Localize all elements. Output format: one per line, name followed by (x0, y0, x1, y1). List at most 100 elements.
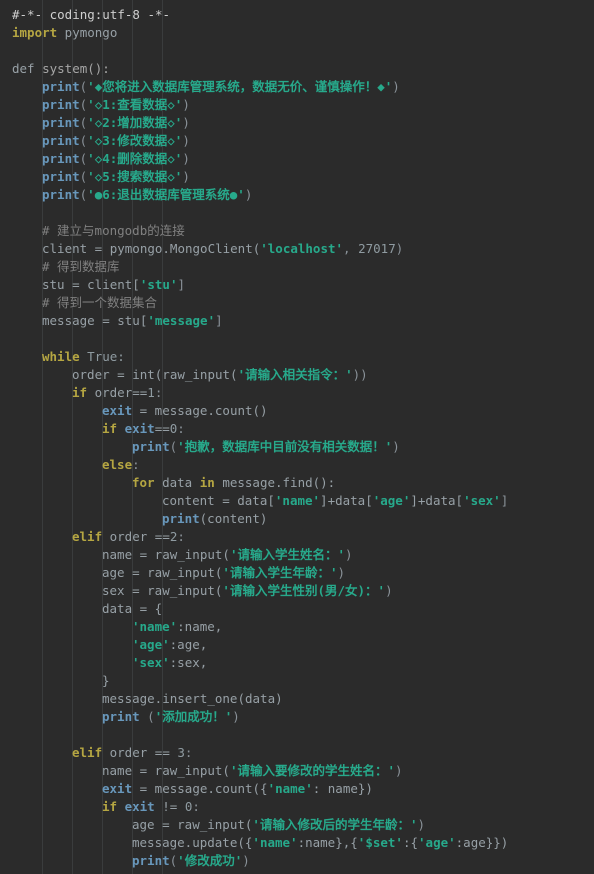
code-line[interactable]: if exit != 0: (0, 798, 594, 816)
code-line[interactable]: print('修改成功') (0, 852, 594, 870)
code-line[interactable]: print('抱歉，数据库中目前没有相关数据！') (0, 438, 594, 456)
code-line[interactable] (0, 42, 594, 60)
code-token: '请输入学生性别(男/女)： (222, 583, 378, 598)
code-line[interactable]: for data in message.find(): (0, 474, 594, 492)
code-token: order == (102, 745, 178, 760)
code-token: 'age' (372, 493, 411, 508)
code-token: : name}) (312, 781, 373, 796)
code-line[interactable]: print ('添加成功！') (0, 708, 594, 726)
code-line[interactable]: import pymongo (0, 24, 594, 42)
code-token: '◇4:删除数据◇' (87, 151, 183, 166)
code-token: 'message' (147, 313, 216, 328)
code-token: == (154, 421, 170, 436)
code-line[interactable]: sex = raw_input('请输入学生性别(男/女)：') (0, 582, 594, 600)
code-token: ) (242, 853, 250, 868)
code-token: ' (377, 583, 386, 598)
code-token: : (154, 385, 163, 400)
code-line[interactable]: age = raw_input('请输入学生年龄：') (0, 564, 594, 582)
code-line[interactable]: elif order ==2: (0, 528, 594, 546)
code-token: != (154, 799, 185, 814)
code-token: message.find(): (214, 475, 336, 490)
code-token: name = raw_input( (102, 763, 230, 778)
code-token: print (42, 97, 80, 112)
code-line[interactable]: print('◆您将进入数据库管理系统，数据无价、谨慎操作！◆') (0, 78, 594, 96)
code-token: content = data[ (162, 493, 275, 508)
code-token: :sex, (169, 655, 208, 670)
code-token: exit (117, 421, 155, 436)
code-line[interactable]: 'age':age, (0, 636, 594, 654)
code-token: :age}}) (455, 835, 509, 850)
code-token: # 得到一个数据集合 (42, 295, 158, 310)
code-token: :name},{ (297, 835, 358, 850)
code-line[interactable] (0, 330, 594, 348)
code-line[interactable]: elif order == 3: (0, 744, 594, 762)
code-line[interactable]: print('◇4:删除数据◇') (0, 150, 594, 168)
code-line[interactable]: print('◇5:搜索数据◇') (0, 168, 594, 186)
code-token: ) (337, 565, 346, 580)
code-line[interactable]: print(content) (0, 510, 594, 528)
code-line[interactable]: data = { (0, 600, 594, 618)
code-token: for (132, 475, 155, 490)
code-line[interactable]: client = pymongo.MongoClient('localhost'… (0, 240, 594, 258)
code-line[interactable]: #-*- coding:utf-8 -*- (0, 6, 594, 24)
code-token: data (154, 475, 200, 490)
code-line[interactable]: exit = message.count({'name': name}) (0, 780, 594, 798)
code-line[interactable]: print('◇1:查看数据◇') (0, 96, 594, 114)
code-line[interactable]: } (0, 672, 594, 690)
code-line[interactable]: def system(): (0, 60, 594, 78)
code-token: (content) (199, 511, 268, 526)
code-line[interactable]: print('◇3:修改数据◇') (0, 132, 594, 150)
code-token: '◆您将进入数据库管理系统，数据无价、谨慎操作！◆' (87, 79, 393, 94)
code-line[interactable]: if order==1: (0, 384, 594, 402)
code-token: 'name' (274, 493, 321, 508)
code-line[interactable]: # 得到一个数据集合 (0, 294, 594, 312)
code-token: #-*- coding:utf-8 -*- (12, 7, 171, 22)
code-line[interactable]: name = raw_input('请输入要修改的学生姓名：') (0, 762, 594, 780)
code-line[interactable]: age = raw_input('请输入修改后的学生年龄：') (0, 816, 594, 834)
code-token: print (42, 151, 80, 166)
code-line[interactable]: while True: (0, 348, 594, 366)
code-token: in (199, 475, 215, 490)
code-token: ) (417, 817, 426, 832)
code-line[interactable]: stu = client['stu'] (0, 276, 594, 294)
code-line[interactable]: 'name':name, (0, 618, 594, 636)
code-token: system(): (34, 61, 110, 76)
code-line[interactable]: print('◇2:增加数据◇') (0, 114, 594, 132)
code-line[interactable]: if exit==0: (0, 420, 594, 438)
code-token: :age, (169, 637, 208, 652)
code-editor[interactable]: #-*- coding:utf-8 -*- import pymongo def … (0, 0, 594, 874)
code-token: name = raw_input( (102, 547, 230, 562)
code-token: print (42, 187, 80, 202)
code-line[interactable]: # 建立与mongodb的连接 (0, 222, 594, 240)
code-line[interactable] (0, 726, 594, 744)
code-line[interactable]: message = stu['message'] (0, 312, 594, 330)
code-token: message = stu[ (42, 313, 148, 328)
code-token: print (42, 133, 80, 148)
code-token: '请输入修改后的学生年龄： (252, 817, 410, 832)
code-token: '$set' (357, 835, 403, 850)
code-token: age = raw_input( (132, 817, 253, 832)
code-token: = message.count({ (132, 781, 268, 796)
code-token: stu = client[ (42, 277, 140, 292)
code-line[interactable]: 'sex':sex, (0, 654, 594, 672)
code-token: print (132, 439, 170, 454)
code-line[interactable]: print('●6:退出数据库管理系统●') (0, 186, 594, 204)
code-token: exit (117, 799, 155, 814)
code-line[interactable]: # 得到数据库 (0, 258, 594, 276)
code-token: ' (345, 367, 353, 382)
code-token: ) (392, 439, 400, 454)
code-line[interactable]: order = int(raw_input('请输入相关指令：')) (0, 366, 594, 384)
code-line[interactable] (0, 204, 594, 222)
code-token: , (343, 241, 359, 256)
code-line[interactable]: exit = message.count() (0, 402, 594, 420)
code-token: print (162, 511, 200, 526)
code-line[interactable]: name = raw_input('请输入学生姓名：') (0, 546, 594, 564)
code-token: '抱歉，数据库中目前没有相关数据！' (177, 439, 393, 454)
code-token: '◇1:查看数据◇' (87, 97, 183, 112)
code-line[interactable]: message.insert_one(data) (0, 690, 594, 708)
code-line[interactable]: message.update({'name':name},{'$set':{'a… (0, 834, 594, 852)
code-token: :{ (402, 835, 419, 850)
code-line[interactable]: else: (0, 456, 594, 474)
code-token: = message.count() (132, 403, 268, 418)
code-line[interactable]: content = data['name']+data['age']+data[… (0, 492, 594, 510)
